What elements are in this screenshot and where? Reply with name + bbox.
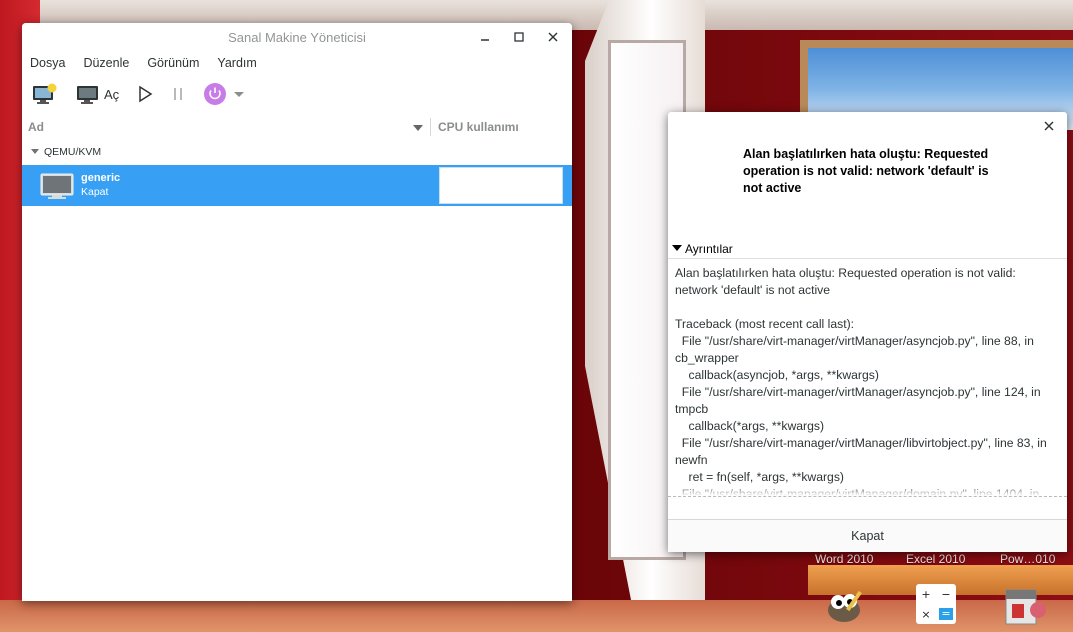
- details-textview[interactable]: Alan başlatılırken hata oluştu: Requeste…: [668, 258, 1067, 496]
- column-cpu-header[interactable]: CPU kullanımı: [438, 120, 519, 134]
- cpu-usage-graph: [439, 167, 563, 204]
- calculator-icon[interactable]: + − × =: [916, 584, 956, 624]
- error-dialog: Alan başlatılırken hata oluştu: Requeste…: [668, 112, 1067, 552]
- background-floor: [0, 600, 1073, 632]
- sort-arrow-icon[interactable]: [412, 122, 424, 136]
- details-divider: [668, 496, 1067, 497]
- shutdown-menu-button[interactable]: [233, 89, 245, 99]
- gimp-icon[interactable]: [822, 584, 870, 628]
- details-text[interactable]: Alan başlatılırken hata oluştu: Requeste…: [668, 259, 1067, 496]
- vm-state: Kapat: [81, 186, 109, 198]
- menu-edit[interactable]: Düzenle: [83, 56, 129, 70]
- vm-monitor-icon: [40, 172, 74, 203]
- column-separator[interactable]: [430, 118, 431, 136]
- vm-list-row[interactable]: generic Kapat: [22, 165, 572, 206]
- open-button-label: Aç: [104, 86, 120, 102]
- menu-view[interactable]: Görünüm: [147, 56, 199, 70]
- column-name-header[interactable]: Ad: [28, 120, 44, 134]
- details-fade: [668, 484, 1067, 496]
- desktop-label-excel[interactable]: Excel 2010: [906, 552, 965, 566]
- power-icon: [204, 83, 227, 105]
- expander-arrow-icon[interactable]: [30, 147, 40, 159]
- maximize-icon[interactable]: [509, 27, 529, 47]
- triangle-down-icon: [672, 244, 682, 255]
- connection-label: QEMU/KVM: [44, 146, 102, 158]
- close-icon[interactable]: [1041, 118, 1057, 134]
- details-label: Ayrıntılar: [685, 242, 733, 256]
- error-message: Alan başlatılırken hata oluştu: Requeste…: [743, 147, 989, 195]
- menu-help[interactable]: Yardım: [217, 56, 256, 70]
- desktop-label-powerpoint[interactable]: Pow…010: [1000, 552, 1055, 566]
- vm-manager-window: Sanal Makine Yöneticisi Dosya Düzenle Gö…: [22, 23, 572, 601]
- chevron-down-icon: [234, 92, 245, 97]
- titlebar[interactable]: Sanal Makine Yöneticisi: [22, 23, 572, 51]
- toolbar: Aç: [22, 75, 572, 113]
- menubar: Dosya Düzenle Görünüm Yardım: [22, 51, 572, 75]
- minimize-icon[interactable]: [475, 27, 495, 47]
- pause-button[interactable]: [171, 85, 185, 103]
- new-vm-icon: [33, 83, 57, 104]
- column-header: Ad CPU kullanımı: [22, 118, 572, 138]
- new-vm-button[interactable]: [32, 83, 58, 105]
- play-icon: [139, 85, 153, 103]
- open-button[interactable]: Aç: [76, 83, 119, 105]
- run-button[interactable]: [137, 85, 153, 103]
- shutdown-button[interactable]: [203, 82, 227, 106]
- pause-icon: [174, 88, 182, 100]
- menu-file[interactable]: Dosya: [30, 56, 65, 70]
- desktop-label-word[interactable]: Word 2010: [815, 552, 873, 566]
- close-icon[interactable]: [543, 27, 563, 47]
- connection-group-row[interactable]: QEMU/KVM: [22, 143, 572, 163]
- monitor-icon: [77, 86, 98, 104]
- vm-name: generic: [81, 172, 121, 184]
- install-package-icon[interactable]: [1002, 584, 1050, 628]
- details-expander[interactable]: Ayrıntılar: [672, 242, 733, 256]
- close-button[interactable]: Kapat: [668, 519, 1067, 552]
